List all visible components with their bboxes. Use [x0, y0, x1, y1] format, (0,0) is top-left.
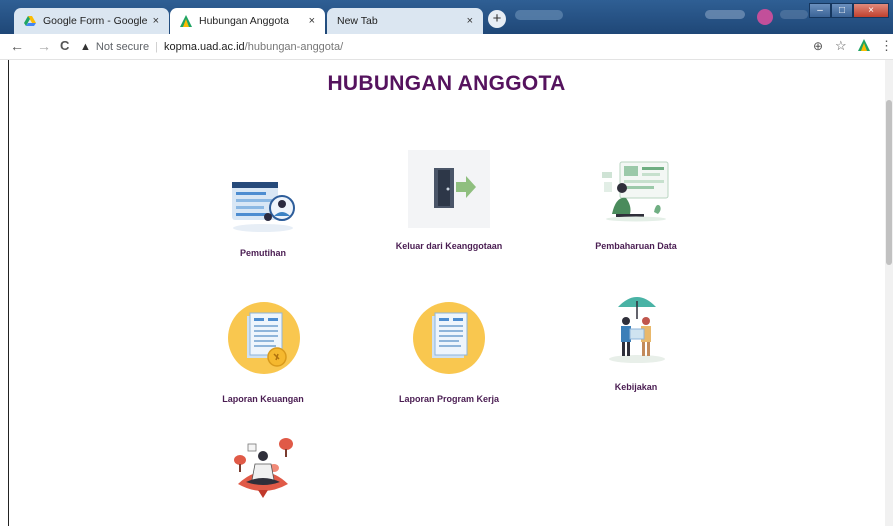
page-title: HUBUNGAN ANGGOTA — [327, 72, 566, 95]
window-controls: – □ × — [809, 3, 889, 18]
financial-report-icon — [228, 302, 300, 374]
address-bar[interactable]: ▲ Not secure | kopma.uad.ac.id/hubungan-… — [80, 37, 840, 57]
tab-google-form[interactable]: Google Form - Google Drive × — [14, 8, 169, 34]
item-label[interactable]: Pemutihan — [240, 248, 286, 258]
meditation-person-icon — [234, 438, 293, 498]
security-label[interactable]: Not secure — [96, 41, 149, 53]
page-content — [8, 60, 886, 526]
back-button[interactable]: ← — [10, 38, 24, 54]
tab-title: Hubungan Anggota — [199, 15, 289, 27]
browser-toolbar: ← → C ▲ Not secure | kopma.uad.ac.id/hub… — [0, 34, 893, 60]
document-person-icon — [232, 182, 295, 232]
blurred-title-area — [705, 10, 745, 19]
blurred-title-area — [780, 10, 808, 19]
tab-close-icon[interactable]: × — [309, 15, 315, 27]
item-label[interactable]: Laporan Keuangan — [222, 394, 304, 404]
tab-title: Google Form - Google Drive — [43, 15, 147, 27]
warning-icon[interactable]: ▲ — [80, 41, 91, 53]
work-program-report-icon — [413, 302, 485, 374]
item-label[interactable]: Pembaharuan Data — [595, 241, 677, 251]
browser-title-bar: Google Form - Google Drive × Hubungan An… — [0, 0, 893, 34]
forward-button[interactable]: → — [37, 38, 51, 54]
address-separator: | — [155, 41, 158, 53]
tab-hubungan-anggota[interactable]: Hubungan Anggota × — [170, 8, 325, 34]
zoom-icon[interactable]: ⊕ — [813, 39, 823, 53]
tab-close-icon[interactable]: × — [153, 15, 159, 27]
url-path: /hubungan-anggota/ — [244, 41, 344, 53]
reload-button[interactable]: C — [60, 38, 69, 53]
extension-kopma-icon[interactable] — [858, 39, 870, 54]
maximize-button[interactable]: □ — [831, 3, 853, 18]
new-tab-button[interactable]: + — [488, 10, 506, 28]
menu-icon[interactable]: ⋮ — [880, 38, 893, 54]
page-scrollbar[interactable] — [885, 60, 893, 526]
policy-umbrella-icon — [609, 297, 665, 363]
item-label[interactable]: Keluar dari Keanggotaan — [396, 241, 503, 251]
blurred-title-area — [757, 9, 773, 25]
item-label[interactable]: Laporan Program Kerja — [399, 394, 499, 404]
kopma-logo-icon — [180, 15, 192, 27]
google-drive-icon — [24, 15, 36, 27]
blurred-title-area — [515, 10, 563, 20]
scrollbar-thumb[interactable] — [886, 100, 892, 265]
tab-new-tab[interactable]: New Tab × — [327, 8, 483, 34]
tab-title: New Tab — [337, 15, 378, 27]
url-host: kopma.uad.ac.id — [163, 41, 245, 53]
item-label[interactable]: Kebijakan — [615, 382, 658, 392]
bookmark-star-icon[interactable]: ☆ — [835, 38, 847, 54]
tab-close-icon[interactable]: × — [467, 15, 473, 27]
minimize-button[interactable]: – — [809, 3, 831, 18]
data-update-icon — [602, 161, 669, 222]
close-window-button[interactable]: × — [853, 3, 889, 18]
exit-door-icon — [408, 150, 490, 228]
